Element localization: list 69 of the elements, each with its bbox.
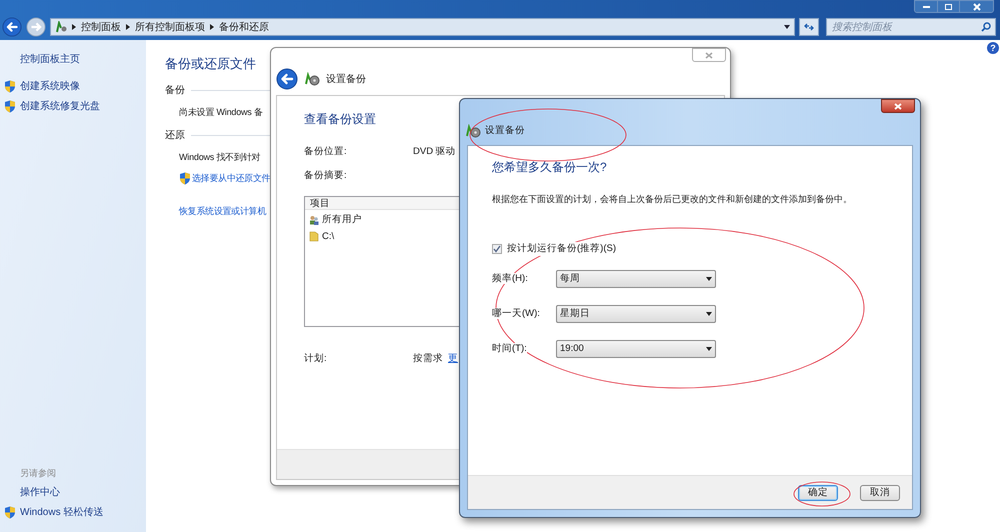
- sidebar-link[interactable]: 创建系统映像: [20, 79, 80, 94]
- sidebar-heading: 另请参阅: [19, 466, 57, 480]
- checkbox-label: 按计划运行备份(推荐)(S): [507, 242, 616, 256]
- backup-icon: [465, 124, 481, 138]
- restore-button[interactable]: [937, 1, 959, 12]
- dialog-heading: 您希望多久备份一次?: [492, 159, 608, 176]
- search-field[interactable]: 搜索控制面板: [826, 18, 996, 36]
- breadcrumb-item[interactable]: 控制面板: [81, 20, 121, 34]
- dropdown[interactable]: 星期日: [556, 304, 716, 323]
- close-button[interactable]: [959, 1, 993, 12]
- change-link[interactable]: 更: [448, 352, 458, 366]
- dialog-title: 设置备份: [485, 124, 525, 138]
- close-icon: [705, 52, 713, 58]
- status-text: 尚未设置 Windows 备: [179, 106, 263, 118]
- restore-link[interactable]: 选择要从中还原文件: [192, 172, 270, 185]
- dropdown-icon: [706, 312, 712, 316]
- field-label: 频率(H):: [492, 273, 528, 284]
- page-heading: 备份或还原文件: [165, 55, 256, 73]
- breadcrumb-item[interactable]: 所有控制面板项: [135, 20, 205, 34]
- back-icon[interactable]: [276, 68, 298, 90]
- dialog-button[interactable]: 取消: [860, 484, 900, 500]
- shield-icon: [179, 172, 191, 185]
- folder-icon: [309, 231, 319, 242]
- field-label: 哪一天(W):: [492, 308, 540, 320]
- dropdown[interactable]: 每周: [556, 270, 716, 288]
- help-button[interactable]: ?: [987, 42, 999, 54]
- close-icon: [972, 2, 980, 10]
- dropdown-icon[interactable]: [784, 25, 790, 29]
- refresh-icon: [804, 23, 814, 31]
- chevron-icon[interactable]: [210, 24, 214, 30]
- section-heading: 备份: [165, 84, 185, 98]
- minimize-button[interactable]: [915, 1, 937, 12]
- search-icon[interactable]: [981, 22, 991, 32]
- field-value: 按需求: [413, 352, 443, 366]
- dropdown-icon: [706, 346, 712, 351]
- field-label: 备份位置:: [304, 145, 348, 159]
- recover-link[interactable]: 恢复系统设置或计算机: [179, 205, 266, 218]
- close-icon: [894, 102, 902, 110]
- status-text: Windows 找不到针对: [179, 151, 260, 164]
- control-panel-icon: [55, 21, 67, 33]
- list-item[interactable]: 所有用户: [322, 212, 362, 227]
- sidebar-link[interactable]: 创建系统修复光盘: [20, 99, 100, 114]
- annotation-ellipse: [794, 482, 850, 506]
- back-icon[interactable]: [2, 17, 22, 37]
- list-item[interactable]: C:\: [322, 230, 334, 244]
- window-title: 设置备份: [326, 72, 366, 86]
- address-bar[interactable]: 控制面板 所有控制面板项 备份和还原: [50, 18, 795, 36]
- close-button[interactable]: [881, 99, 915, 113]
- dropdown-icon: [706, 276, 712, 281]
- chevron-icon[interactable]: [72, 24, 76, 30]
- field-label: 时间(T):: [492, 343, 527, 354]
- schedule-checkbox[interactable]: [492, 244, 502, 254]
- section-heading: 还原: [165, 129, 185, 143]
- field-label: 备份摘要:: [304, 169, 348, 184]
- chevron-icon[interactable]: [126, 24, 130, 30]
- users-icon: [309, 214, 319, 225]
- field-label: 计划:: [304, 352, 328, 366]
- forward-icon[interactable]: [26, 17, 46, 37]
- checkmark-icon: [493, 244, 501, 253]
- dialog-button[interactable]: 确定: [798, 484, 838, 500]
- backup-icon: [304, 72, 320, 86]
- field-value: DVD 驱动: [413, 145, 456, 159]
- refresh-button[interactable]: [799, 18, 819, 36]
- breadcrumb-item[interactable]: 备份和还原: [219, 20, 269, 34]
- dropdown[interactable]: 19:00: [556, 340, 716, 358]
- wizard-heading: 查看备份设置: [304, 111, 377, 128]
- sidebar-link[interactable]: Windows 轻松传送: [20, 505, 104, 520]
- sidebar-link[interactable]: 操作中心: [20, 485, 60, 500]
- sidebar-link[interactable]: 控制面板主页: [0, 52, 146, 67]
